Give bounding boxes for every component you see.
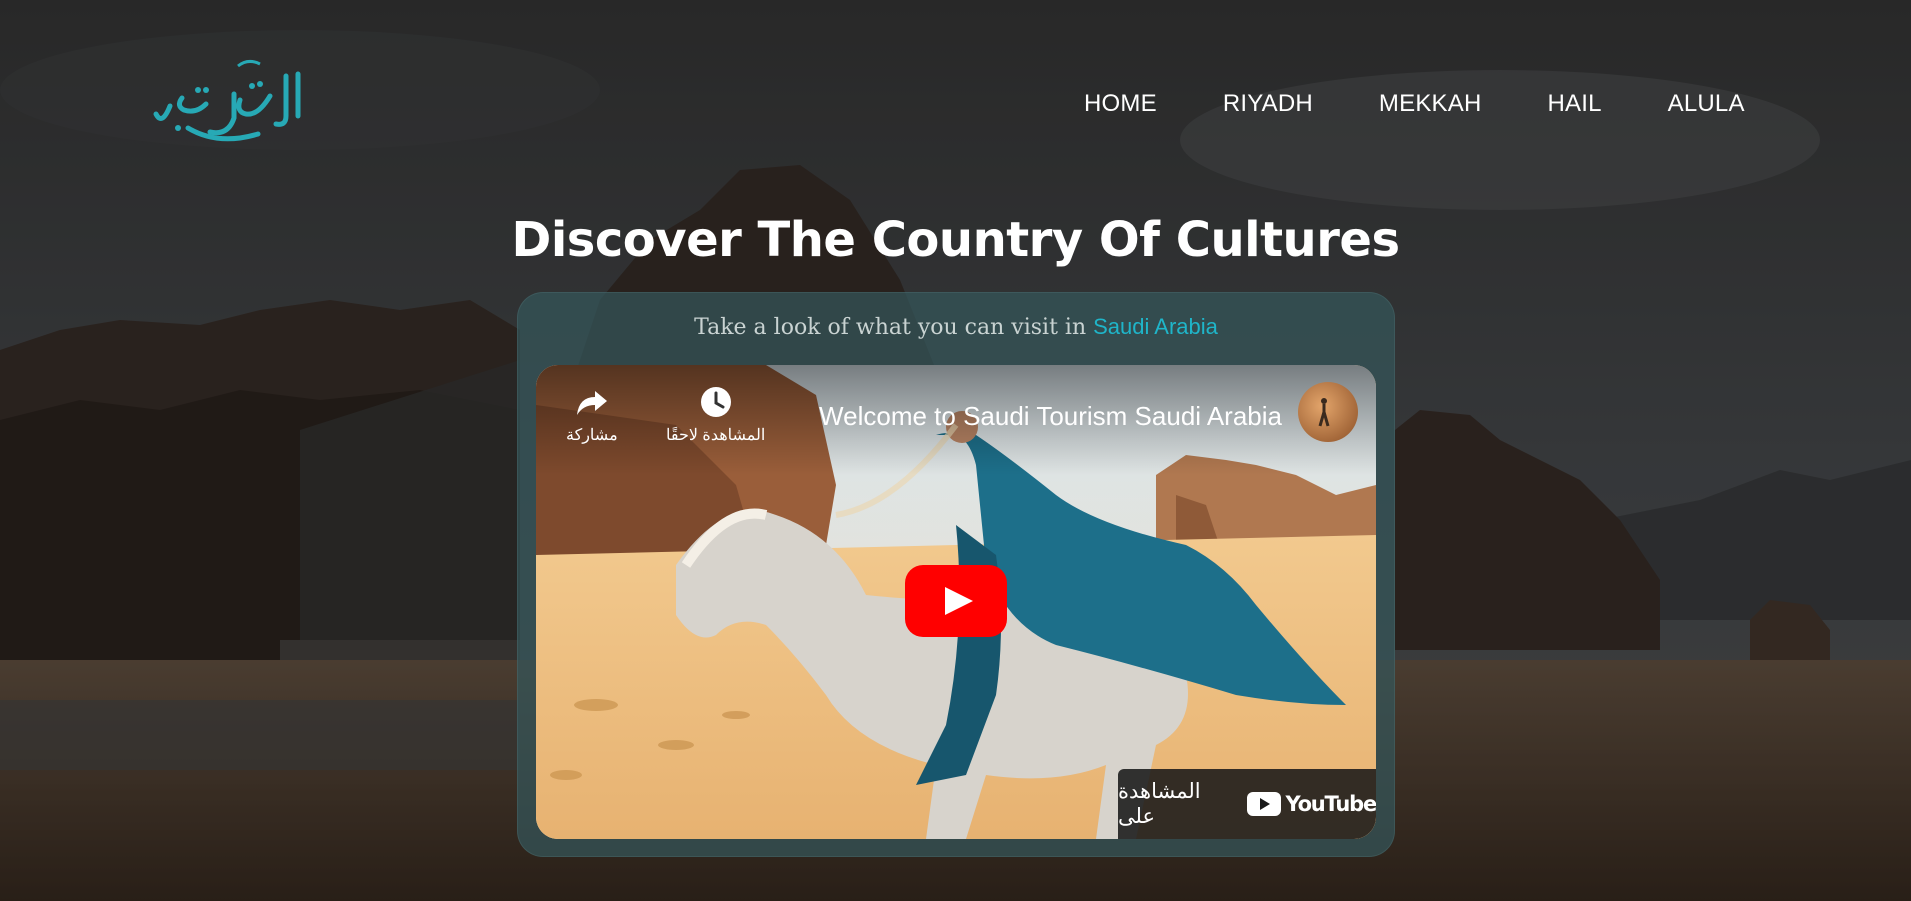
hero-title: Discover The Country Of Cultures <box>511 212 1400 268</box>
nav-riyadh[interactable]: RIYADH <box>1223 90 1313 118</box>
youtube-icon <box>1246 792 1281 816</box>
nav-hail[interactable]: HAIL <box>1547 90 1601 118</box>
share-button[interactable]: مشاركة <box>566 385 618 445</box>
watch-on-youtube-button[interactable]: المشاهدة على YouTube <box>1118 769 1376 839</box>
nav-home[interactable]: HOME <box>1084 90 1157 118</box>
play-button[interactable] <box>905 565 1007 637</box>
clock-icon <box>700 387 731 417</box>
youtube-logo: YouTube <box>1246 792 1377 816</box>
nav-mekkah[interactable]: MEKKAH <box>1379 90 1482 118</box>
youtube-embed[interactable]: مشاركة المشاهدة لاحقًا Welcome to Saudi … <box>536 365 1376 839</box>
share-label: مشاركة <box>566 427 618 444</box>
watch-later-button[interactable]: المشاهدة لاحقًا <box>666 385 765 445</box>
watch-later-label: المشاهدة لاحقًا <box>666 427 766 444</box>
channel-avatar[interactable] <box>1298 382 1358 442</box>
video-card: Take a look of what you can visit in Sau… <box>517 292 1395 857</box>
share-icon <box>576 391 607 415</box>
subtitle-highlight[interactable]: Saudi Arabia <box>1093 314 1218 339</box>
main-nav: HOME RIYADH MEKKAH HAIL ALULA <box>1084 90 1745 118</box>
video-title[interactable]: Welcome to Saudi Tourism Saudi Arabia <box>819 401 1282 432</box>
youtube-wordmark: YouTube <box>1285 792 1377 816</box>
watch-on-label: المشاهدة على <box>1118 780 1201 828</box>
nav-alula[interactable]: ALULA <box>1668 90 1745 118</box>
subtitle-prefix: Take a look of what you can visit in <box>694 315 1087 340</box>
card-subtitle: Take a look of what you can visit in Sau… <box>517 314 1395 340</box>
site-logo[interactable] <box>148 56 318 146</box>
